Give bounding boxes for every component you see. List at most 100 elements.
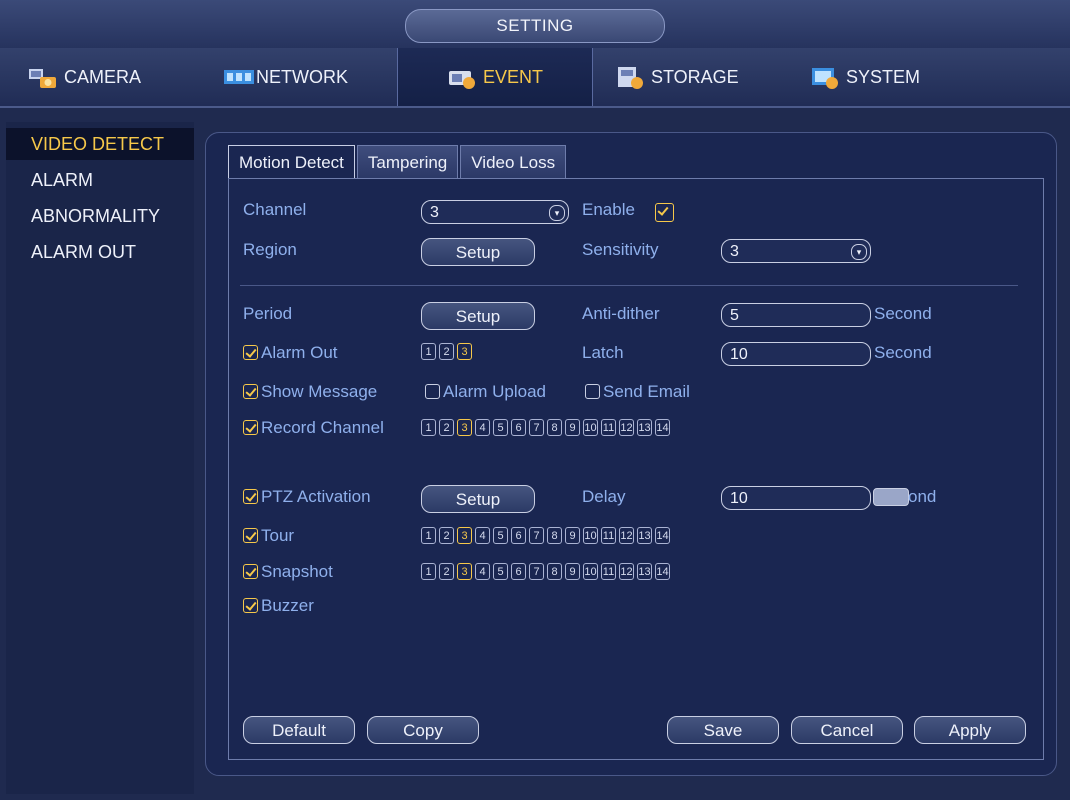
show-message-label: Show Message — [261, 382, 378, 401]
tab-camera[interactable]: CAMERA — [28, 48, 188, 106]
alarm-upload-checkbox[interactable] — [425, 384, 440, 399]
record-channel-14[interactable]: 14 — [655, 419, 670, 436]
snapshot-checkbox[interactable] — [243, 564, 258, 579]
tour-channel-11[interactable]: 11 — [601, 527, 616, 544]
tab-tampering[interactable]: Tampering — [356, 145, 459, 179]
event-icon — [447, 65, 477, 89]
tour-option[interactable]: Tour — [243, 526, 294, 546]
tour-channel-5[interactable]: 5 — [493, 527, 508, 544]
snapshot-channel-10[interactable]: 10 — [583, 563, 598, 580]
buzzer-option[interactable]: Buzzer — [243, 596, 314, 616]
ptz-setup-button[interactable]: Setup — [421, 485, 535, 513]
region-setup-button[interactable]: Setup — [421, 238, 535, 266]
sidebar-item-alarm-out[interactable]: ALARM OUT — [6, 236, 194, 268]
snapshot-channel-14[interactable]: 14 — [655, 563, 670, 580]
alarm-out-channel-2[interactable]: 2 — [439, 343, 454, 360]
tour-channel-6[interactable]: 6 — [511, 527, 526, 544]
snapshot-channel-13[interactable]: 13 — [637, 563, 652, 580]
tab-system[interactable]: SYSTEM — [810, 48, 970, 106]
tour-channel-3[interactable]: 3 — [457, 527, 472, 544]
send-email-label: Send Email — [603, 382, 690, 401]
snapshot-channel-6[interactable]: 6 — [511, 563, 526, 580]
show-message-checkbox[interactable] — [243, 384, 258, 399]
alarm-upload-option[interactable]: Alarm Upload — [425, 382, 546, 402]
system-icon — [810, 65, 840, 89]
record-channel-11[interactable]: 11 — [601, 419, 616, 436]
record-channel-option[interactable]: Record Channel — [243, 418, 384, 438]
tab-network[interactable]: NETWORK — [222, 48, 392, 106]
copy-button[interactable]: Copy — [367, 716, 479, 744]
alarm-out-option[interactable]: Alarm Out — [243, 343, 338, 363]
buzzer-checkbox[interactable] — [243, 598, 258, 613]
sidebar-item-abnormality[interactable]: ABNORMALITY — [6, 200, 194, 232]
record-channel-3[interactable]: 3 — [457, 419, 472, 436]
enable-checkbox[interactable] — [655, 203, 674, 222]
tour-channel-7[interactable]: 7 — [529, 527, 544, 544]
record-channel-5[interactable]: 5 — [493, 419, 508, 436]
tour-channel-grid: 1 2 3 4 5 6 7 8 9 10 11 12 13 14 — [421, 527, 673, 544]
sensitivity-select[interactable]: 3 ▾ — [721, 239, 871, 263]
snapshot-channel-1[interactable]: 1 — [421, 563, 436, 580]
snapshot-channel-4[interactable]: 4 — [475, 563, 490, 580]
latch-input[interactable]: 10 — [721, 342, 871, 366]
record-channel-13[interactable]: 13 — [637, 419, 652, 436]
delay-overlay-button[interactable] — [873, 488, 909, 506]
sidebar-item-video-detect[interactable]: VIDEO DETECT — [6, 128, 194, 160]
tab-event-label: EVENT — [482, 66, 543, 87]
snapshot-channel-11[interactable]: 11 — [601, 563, 616, 580]
snapshot-option[interactable]: Snapshot — [243, 562, 333, 582]
record-channel-7[interactable]: 7 — [529, 419, 544, 436]
apply-button[interactable]: Apply — [914, 716, 1026, 744]
sensitivity-value: 3 — [730, 243, 739, 260]
delay-input[interactable]: 10 — [721, 486, 871, 510]
sidebar-item-alarm[interactable]: ALARM — [6, 164, 194, 196]
record-channel-6[interactable]: 6 — [511, 419, 526, 436]
record-channel-9[interactable]: 9 — [565, 419, 580, 436]
alarm-out-checkbox[interactable] — [243, 345, 258, 360]
show-message-option[interactable]: Show Message — [243, 382, 377, 402]
alarm-out-channel-3[interactable]: 3 — [457, 343, 472, 360]
snapshot-channel-3[interactable]: 3 — [457, 563, 472, 580]
tour-channel-8[interactable]: 8 — [547, 527, 562, 544]
channel-select[interactable]: 3 ▾ — [421, 200, 569, 224]
ptz-activation-checkbox[interactable] — [243, 489, 258, 504]
send-email-option[interactable]: Send Email — [585, 382, 690, 402]
tab-storage[interactable]: STORAGE — [615, 48, 785, 106]
ptz-activation-option[interactable]: PTZ Activation — [243, 487, 371, 507]
tour-checkbox[interactable] — [243, 528, 258, 543]
record-channel-10[interactable]: 10 — [583, 419, 598, 436]
record-channel-4[interactable]: 4 — [475, 419, 490, 436]
section-divider — [240, 285, 1018, 286]
snapshot-channel-7[interactable]: 7 — [529, 563, 544, 580]
snapshot-channel-9[interactable]: 9 — [565, 563, 580, 580]
tour-channel-12[interactable]: 12 — [619, 527, 634, 544]
anti-dither-input[interactable]: 5 — [721, 303, 871, 327]
snapshot-channel-5[interactable]: 5 — [493, 563, 508, 580]
tour-channel-14[interactable]: 14 — [655, 527, 670, 544]
default-button[interactable]: Default — [243, 716, 355, 744]
record-channel-1[interactable]: 1 — [421, 419, 436, 436]
save-button[interactable]: Save — [667, 716, 779, 744]
alarm-out-label: Alarm Out — [261, 343, 338, 362]
tour-channel-1[interactable]: 1 — [421, 527, 436, 544]
record-channel-2[interactable]: 2 — [439, 419, 454, 436]
tab-video-loss[interactable]: Video Loss — [460, 145, 567, 179]
tab-event[interactable]: EVENT — [397, 48, 593, 106]
record-channel-checkbox[interactable] — [243, 420, 258, 435]
tour-channel-13[interactable]: 13 — [637, 527, 652, 544]
tab-motion-detect[interactable]: Motion Detect — [228, 145, 355, 179]
record-channel-12[interactable]: 12 — [619, 419, 634, 436]
record-channel-8[interactable]: 8 — [547, 419, 562, 436]
tour-channel-9[interactable]: 9 — [565, 527, 580, 544]
tour-channel-10[interactable]: 10 — [583, 527, 598, 544]
send-email-checkbox[interactable] — [585, 384, 600, 399]
snapshot-channel-8[interactable]: 8 — [547, 563, 562, 580]
cancel-button[interactable]: Cancel — [791, 716, 903, 744]
alarm-out-channel-1[interactable]: 1 — [421, 343, 436, 360]
tour-channel-2[interactable]: 2 — [439, 527, 454, 544]
period-setup-button[interactable]: Setup — [421, 302, 535, 330]
snapshot-channel-2[interactable]: 2 — [439, 563, 454, 580]
enable-label: Enable — [582, 200, 635, 219]
snapshot-channel-12[interactable]: 12 — [619, 563, 634, 580]
tour-channel-4[interactable]: 4 — [475, 527, 490, 544]
